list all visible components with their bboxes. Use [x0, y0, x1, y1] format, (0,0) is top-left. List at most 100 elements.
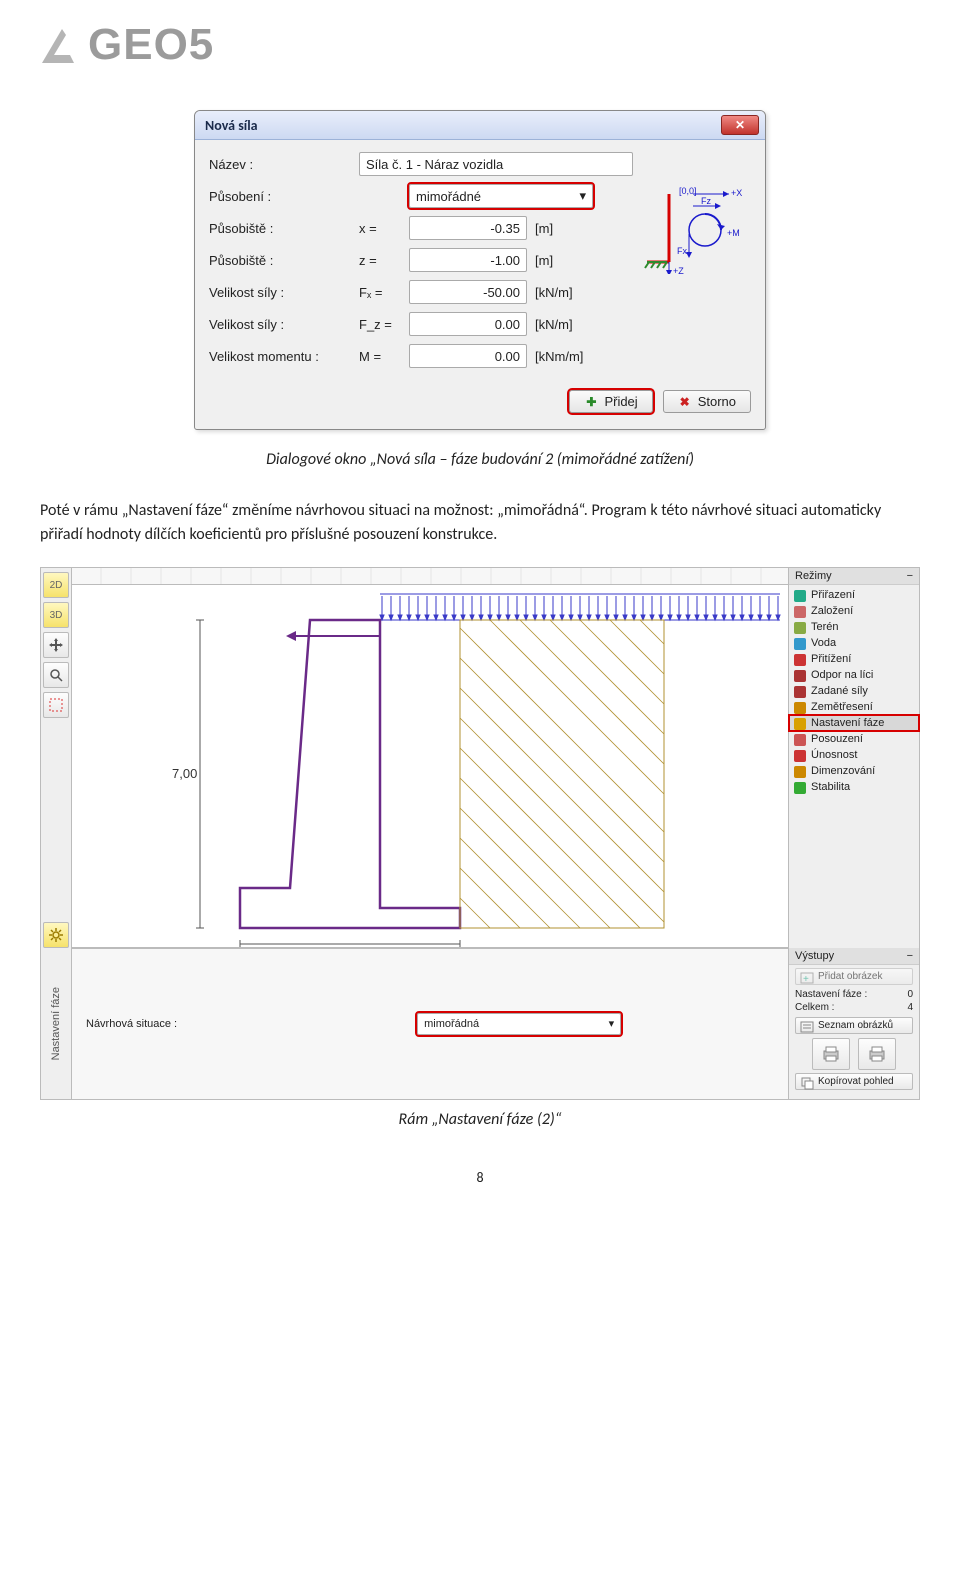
tool-zoom-button[interactable] — [43, 662, 69, 688]
output-count-total: Celkem :4 — [789, 1001, 919, 1014]
mode-item-label: Voda — [811, 637, 836, 649]
body-paragraph: Poté v rámu „Nastavení fáze“ změníme náv… — [40, 499, 920, 547]
logo-text: GEO5 — [88, 20, 214, 70]
side-title-modes: Režimy− — [789, 568, 919, 585]
mode-item-terrain[interactable]: Terén — [789, 619, 919, 635]
name-input[interactable]: Síla č. 1 - Náraz vozidla — [359, 152, 633, 176]
found-icon — [793, 605, 807, 619]
dim-icon — [793, 765, 807, 779]
mode-item-force[interactable]: Zadané síly — [789, 683, 919, 699]
surch-icon — [793, 653, 807, 667]
app-screenshot: 2D 3D — [40, 567, 920, 1100]
print-button-2[interactable] — [858, 1038, 896, 1070]
plus-icon: ✚ — [584, 395, 598, 409]
magnifier-icon — [49, 668, 63, 682]
mode-item-label: Zemětřesení — [811, 701, 873, 713]
pos-z-label: Působiště : — [209, 253, 359, 268]
pos-z-symbol: z = — [359, 253, 409, 268]
bottom-panel: Návrhová situace : mimořádná ▾ — [72, 948, 789, 1100]
pos-x-unit: [m] — [535, 221, 595, 236]
m-unit: [kNm/m] — [535, 349, 595, 364]
mode-item-bear[interactable]: Únosnost — [789, 747, 919, 763]
svg-text:Fx: Fx — [677, 246, 687, 256]
copy-view-button[interactable]: Kopírovat pohled — [795, 1073, 913, 1090]
m-symbol: M = — [359, 349, 409, 364]
dialog-close-button[interactable]: ✕ — [721, 115, 759, 135]
picture-list-button[interactable]: Seznam obrázků — [795, 1017, 913, 1034]
tool-move-button[interactable] — [43, 632, 69, 658]
svg-text:+: + — [803, 974, 809, 985]
close-icon: ✕ — [735, 118, 745, 133]
fx-input[interactable]: -50.00 — [409, 280, 527, 304]
mode-item-found[interactable]: Založení — [789, 603, 919, 619]
action-label: Působení : — [209, 189, 359, 204]
dim-height: 7,00 — [172, 766, 197, 781]
caption-dialog: Dialogové okno „Nová síla – fáze budován… — [40, 450, 920, 469]
mode-item-dim[interactable]: Dimenzování — [789, 763, 919, 779]
bear-icon — [793, 749, 807, 763]
drawing-canvas[interactable]: 7,00 2,50 — [72, 567, 789, 949]
mode-item-label: Přiřazení — [811, 589, 855, 601]
stab-icon — [793, 781, 807, 795]
caption-app: Rám „Nastavení fáze (2)“ — [40, 1110, 920, 1129]
pos-z-input[interactable]: -1.00 — [409, 248, 527, 272]
outputs-panel: Výstupy− + Přidat obrázek Nastavení fáze… — [789, 948, 920, 1100]
collapse-icon[interactable]: − — [907, 950, 913, 962]
cancel-button[interactable]: ✖ Storno — [663, 390, 751, 413]
design-situation-combo[interactable]: mimořádná ▾ — [417, 1013, 621, 1035]
eq-icon — [793, 701, 807, 715]
mode-item-resist[interactable]: Odpor na líci — [789, 667, 919, 683]
chevron-down-icon: ▾ — [579, 188, 586, 204]
mode-item-label: Odpor na líci — [811, 669, 873, 681]
svg-text:+M: +M — [727, 228, 740, 238]
tool-select-button[interactable] — [43, 692, 69, 718]
collapse-icon[interactable]: − — [907, 570, 913, 582]
m-label: Velikost momentu : — [209, 349, 359, 364]
tool-3d-button[interactable]: 3D — [43, 602, 69, 628]
svg-text:+Z: +Z — [673, 266, 684, 274]
terrain-icon — [793, 621, 807, 635]
picture-add-icon: + — [800, 971, 814, 985]
pos-z-unit: [m] — [535, 253, 595, 268]
printer-icon — [821, 1045, 841, 1063]
selection-icon — [49, 698, 63, 712]
action-combo[interactable]: mimořádné ▾ — [409, 184, 593, 208]
mode-item-verify[interactable]: Posouzení — [789, 731, 919, 747]
fz-input[interactable]: 0.00 — [409, 312, 527, 336]
svg-text:+X: +X — [731, 188, 742, 198]
add-button[interactable]: ✚ Přidej — [569, 390, 652, 413]
move-icon — [49, 638, 63, 652]
mode-item-eq[interactable]: Zemětřesení — [789, 699, 919, 715]
mode-item-label: Založení — [811, 605, 853, 617]
svg-text:Fz: Fz — [701, 196, 711, 206]
mode-item-geom[interactable]: Přiřazení — [789, 587, 919, 603]
tool-2d-button[interactable]: 2D — [43, 572, 69, 598]
mode-list: Přiřazení Založení Terén Voda Přitížení Odpor… — [789, 585, 919, 797]
mode-item-label: Zadané síly — [811, 685, 868, 697]
dialog-title: Nová síla — [205, 117, 721, 134]
ruler — [72, 568, 788, 585]
mode-item-label: Přitížení — [811, 653, 851, 665]
add-picture-button[interactable]: + Přidat obrázek — [795, 968, 913, 985]
dialog-new-force: Nová síla ✕ [0,0] +X +Z — [194, 110, 766, 430]
cancel-icon: ✖ — [678, 395, 692, 409]
tool-settings-button[interactable] — [43, 922, 69, 948]
output-count-phase: Nastavení fáze :0 — [789, 988, 919, 1001]
pos-x-input[interactable]: -0.35 — [409, 216, 527, 240]
page-number: 8 — [40, 1169, 920, 1186]
mode-item-stab[interactable]: Stabilita — [789, 779, 919, 795]
mode-item-surch[interactable]: Přitížení — [789, 651, 919, 667]
mode-item-water[interactable]: Voda — [789, 635, 919, 651]
m-input[interactable]: 0.00 — [409, 344, 527, 368]
mode-item-label: Dimenzování — [811, 765, 875, 777]
copy-icon — [800, 1076, 814, 1090]
print-button-1[interactable] — [812, 1038, 850, 1070]
mode-item-stage[interactable]: Nastavení fáze — [789, 715, 919, 731]
mode-item-label: Stabilita — [811, 781, 850, 793]
stage-icon — [793, 717, 807, 731]
gear-icon — [49, 928, 63, 942]
mode-item-label: Posouzení — [811, 733, 863, 745]
force-icon — [793, 685, 807, 699]
name-label: Název : — [209, 157, 359, 172]
mode-item-label: Nastavení fáze — [811, 717, 884, 729]
